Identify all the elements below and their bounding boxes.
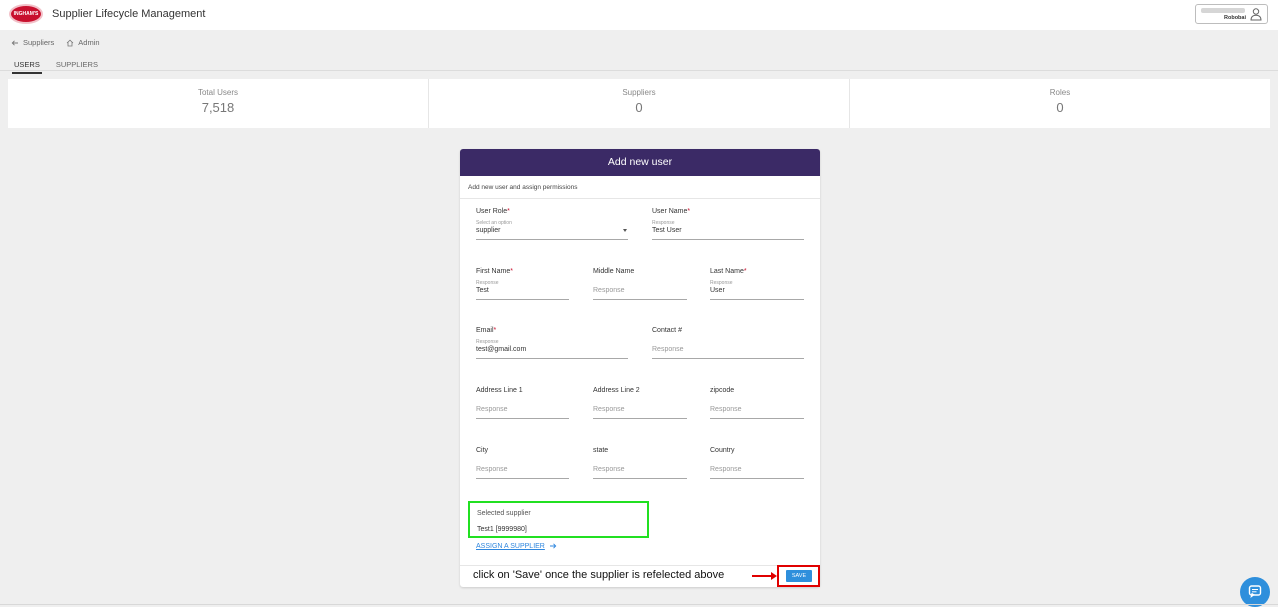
selected-supplier-highlight: Selected supplier Test1 [9999980] — [468, 501, 649, 538]
dialog-title: Add new user — [460, 149, 820, 176]
field-label: state — [593, 447, 609, 454]
field-label: Contact # — [652, 327, 682, 334]
bottom-divider — [0, 604, 1278, 605]
email-input[interactable]: test@gmail.com — [476, 346, 628, 355]
arrow-right-icon — [549, 543, 557, 549]
user-icon — [1250, 8, 1262, 21]
instruction-annotation: click on 'Save' once the supplier is ref… — [473, 569, 725, 581]
last-name-input[interactable]: User — [710, 287, 804, 296]
zipcode-field[interactable]: zipcode Response — [710, 387, 804, 419]
middle-name-input[interactable]: Response — [593, 287, 687, 296]
selected-supplier-label: Selected supplier — [477, 510, 531, 517]
user-name-input[interactable]: Test User — [652, 227, 804, 236]
app-title: Supplier Lifecycle Management — [52, 8, 206, 20]
city-input[interactable]: Response — [476, 466, 569, 475]
stat-suppliers: Suppliers 0 — [429, 79, 850, 128]
field-hint: Response — [476, 280, 499, 286]
state-field[interactable]: state Response — [593, 447, 687, 479]
top-bar: INGHAM'S Supplier Lifecycle Management R… — [0, 0, 1278, 30]
stats-panel: Total Users 7,518 Suppliers 0 Roles 0 — [8, 79, 1270, 128]
stat-label: Roles — [1049, 88, 1071, 97]
field-label: City — [476, 447, 489, 454]
stat-value: 0 — [635, 100, 643, 115]
company-logo[interactable]: INGHAM'S — [9, 4, 43, 24]
last-name-field[interactable]: Last Name* Response User — [710, 268, 804, 300]
user-menu-button[interactable]: Robobai — [1195, 4, 1268, 24]
tab-bar: USERS SUPPLIERS — [12, 59, 100, 74]
field-label: User Name* — [652, 208, 691, 215]
field-label: Country — [710, 447, 735, 454]
breadcrumb: Suppliers Admin — [11, 38, 100, 47]
stat-total-users: Total Users 7,518 — [8, 79, 429, 128]
field-label: Middle Name — [593, 268, 635, 275]
field-label: Email* — [476, 327, 497, 334]
tab-suppliers[interactable]: SUPPLIERS — [54, 59, 100, 74]
field-hint: Response — [710, 280, 733, 286]
user-company: Robobai — [1224, 15, 1246, 21]
address-line-2-input[interactable]: Response — [593, 406, 687, 415]
selected-supplier-value: Test1 [9999980] — [477, 526, 527, 533]
first-name-input[interactable]: Test — [476, 287, 569, 296]
user-role-select[interactable]: supplier — [476, 227, 628, 236]
state-input[interactable]: Response — [593, 466, 687, 475]
dropdown-caret-icon[interactable] — [623, 229, 627, 232]
zipcode-input[interactable]: Response — [710, 406, 804, 415]
back-arrow-icon[interactable] — [11, 39, 19, 47]
city-field[interactable]: City Response — [476, 447, 569, 479]
home-icon — [67, 39, 74, 46]
field-label: zipcode — [710, 387, 735, 394]
field-hint: Response — [652, 220, 675, 226]
contact-field[interactable]: Contact # Response — [652, 327, 804, 359]
field-label: Last Name* — [710, 268, 747, 275]
field-label: Address Line 1 — [476, 387, 523, 394]
field-hint: Response — [476, 339, 499, 345]
field-label: Address Line 2 — [593, 387, 640, 394]
field-hint: Select an option — [476, 220, 512, 226]
address-line-1-field[interactable]: Address Line 1 Response — [476, 387, 569, 419]
address-line-1-input[interactable]: Response — [476, 406, 569, 415]
first-name-field[interactable]: First Name* Response Test — [476, 268, 569, 300]
user-role-field[interactable]: User Role* Select an option supplier — [476, 208, 628, 240]
address-line-2-field[interactable]: Address Line 2 Response — [593, 387, 687, 419]
dialog-subtitle: Add new user and assign permissions — [460, 176, 820, 199]
user-name-field[interactable]: User Name* Response Test User — [652, 208, 804, 240]
country-field[interactable]: Country Response — [710, 447, 804, 479]
contact-input[interactable]: Response — [652, 346, 804, 355]
stat-value: 0 — [1056, 100, 1064, 115]
country-input[interactable]: Response — [710, 466, 804, 475]
email-field[interactable]: Email* Response test@gmail.com — [476, 327, 628, 359]
middle-name-field[interactable]: Middle Name Response — [593, 268, 687, 300]
field-label: First Name* — [476, 268, 513, 275]
assign-supplier-link[interactable]: ASSIGN A SUPPLIER — [476, 542, 557, 550]
tab-users[interactable]: USERS — [12, 59, 42, 74]
chat-button[interactable] — [1240, 577, 1270, 607]
stat-label: Total Users — [197, 88, 238, 97]
stat-roles: Roles 0 — [850, 79, 1270, 128]
field-label: User Role* — [476, 208, 510, 215]
breadcrumb-suppliers-link[interactable]: Suppliers — [23, 38, 54, 47]
add-user-dialog: Add new user Add new user and assign per… — [460, 149, 820, 587]
user-name-redacted — [1201, 8, 1245, 13]
breadcrumb-admin: Admin — [78, 38, 100, 47]
tab-divider — [0, 70, 1278, 71]
dialog-footer-divider — [460, 565, 820, 566]
chat-icon — [1248, 585, 1262, 598]
stat-value: 7,518 — [201, 100, 235, 115]
stat-label: Suppliers — [622, 88, 656, 97]
save-button[interactable]: SAVE — [786, 570, 812, 582]
